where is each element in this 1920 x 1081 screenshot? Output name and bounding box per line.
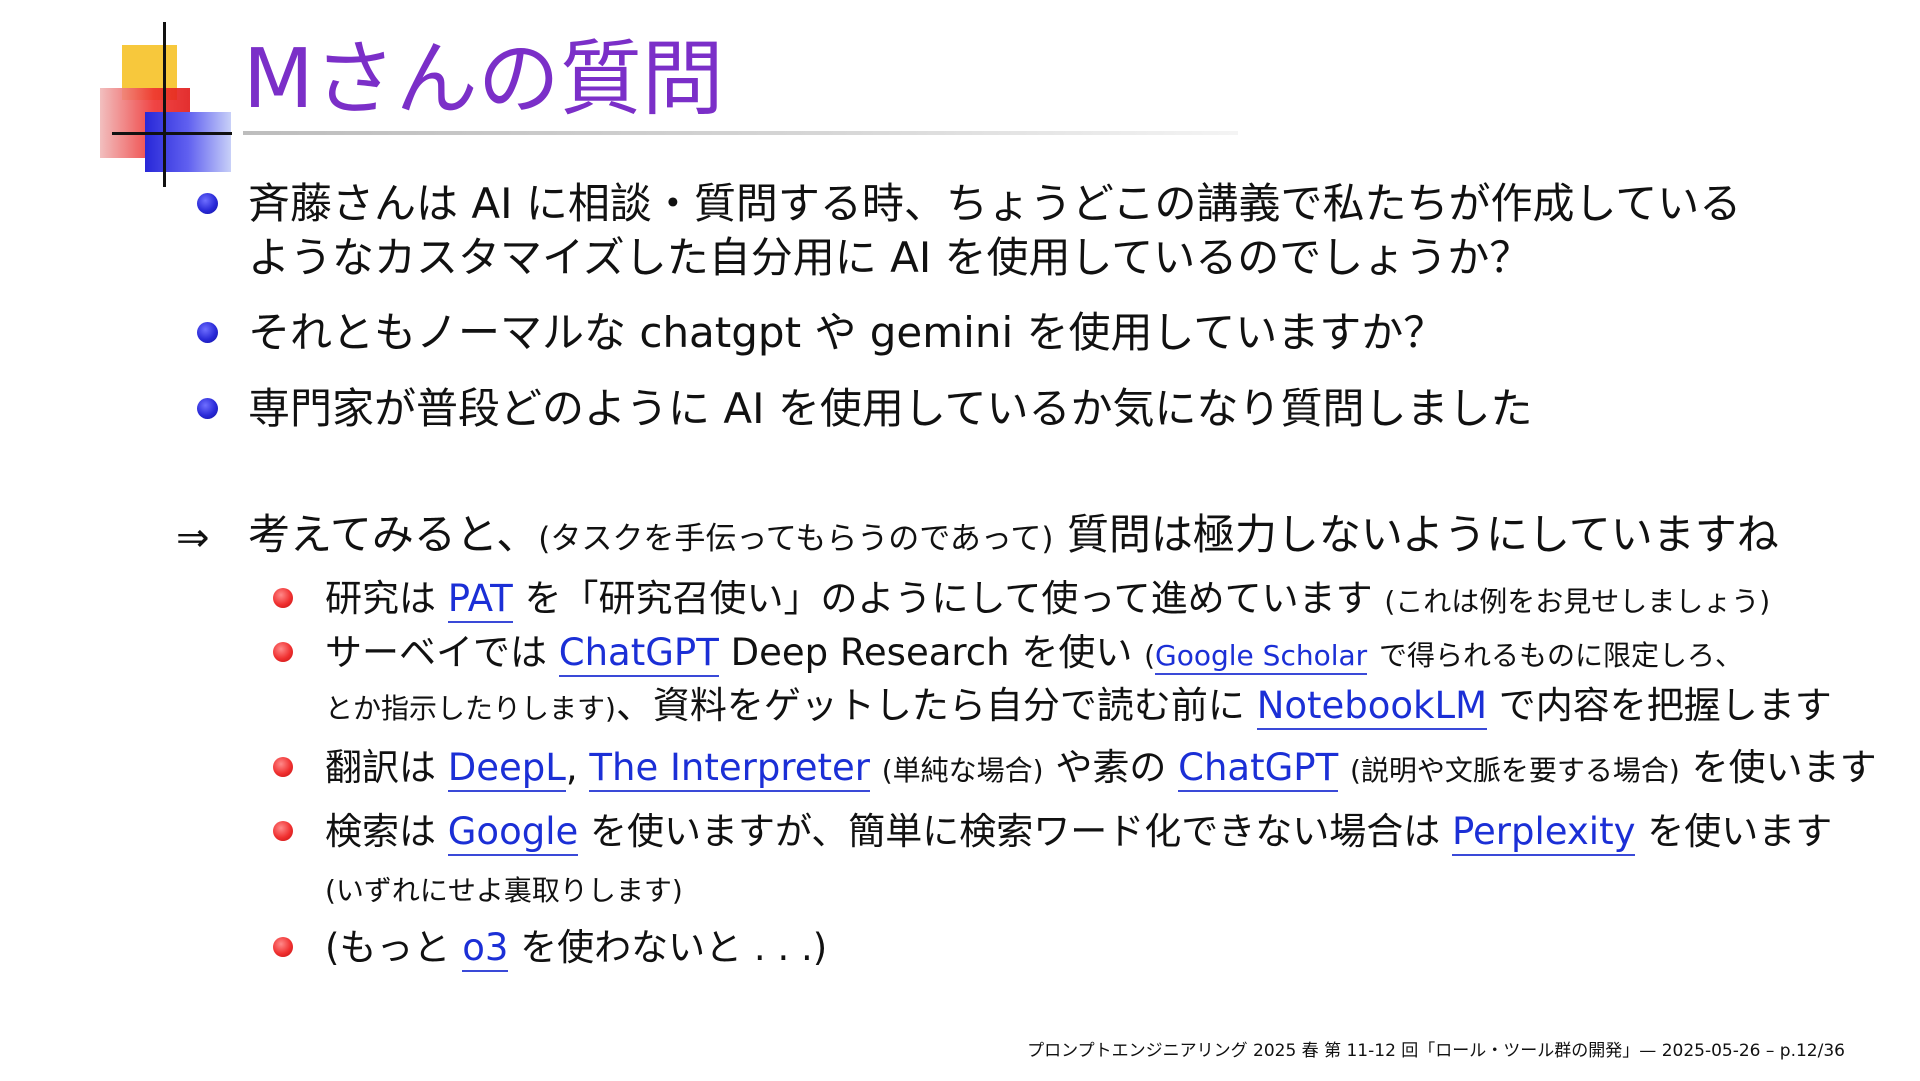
answer-aside: (タスクを手伝ってもらうのであって)	[538, 521, 1054, 557]
translation-comma: ,	[565, 746, 578, 789]
search-text-a: 検索は	[325, 810, 436, 853]
survey-text-e: 、資料をゲットしたら自分で読む前に	[615, 684, 1245, 727]
sub-bullet-marker	[273, 937, 293, 957]
answer-text-a: 考えてみると、	[248, 510, 539, 559]
deepl-link[interactable]: DeepL	[447, 746, 566, 792]
sub-bullet-survey-line-1: サーベイでは ChatGPT Deep Research を使い (Google…	[325, 628, 1743, 681]
sub-bullet-o3: (もっと o3 を使わないと . . .)	[325, 923, 827, 973]
title-underline	[243, 131, 1238, 135]
translation-note-2: (説明や文脈を要する場合)	[1349, 754, 1680, 787]
google-scholar-link[interactable]: Google Scholar	[1155, 639, 1368, 675]
pat-link[interactable]: PAT	[447, 577, 513, 623]
translation-text-a: 翻訳は	[325, 746, 436, 789]
research-text-a: 研究は	[325, 577, 436, 620]
bullet-3-text: 専門家が普段どのように AI を使用しているか気になり質問しました	[248, 384, 1533, 433]
google-link[interactable]: Google	[447, 810, 579, 856]
bullet-marker	[197, 193, 218, 214]
chatgpt-link-2[interactable]: ChatGPT	[1178, 746, 1339, 792]
implies-arrow-icon: ⇒	[176, 515, 210, 561]
bullet-marker	[197, 322, 218, 343]
slide-footer: プロンプトエンジニアリング 2025 春 第 11-12 回「ロール・ツール群の…	[1027, 1041, 1845, 1061]
sub-bullet-marker	[273, 821, 293, 841]
bullet-1-line-1: 斉藤さんは AI に相談・質問する時、ちょうどこの講義で私たちが作成している	[248, 179, 1742, 228]
logo-horizontal-line	[112, 132, 232, 135]
bullet-1-line-2: ようなカスタマイズした自分用に AI を使用しているのでしょうか？	[248, 233, 1532, 282]
o3-text-a: (もっと	[325, 926, 451, 969]
sub-bullet-marker	[273, 757, 293, 777]
bullet-marker	[197, 398, 218, 419]
sub-bullet-survey-line-2: とか指示したりします)、資料をゲットしたら自分で読む前に NotebookLM …	[325, 681, 1832, 734]
o3-link[interactable]: o3	[462, 926, 509, 972]
survey-text-c: で得られるものに限定しろ、	[1378, 639, 1743, 672]
logo-blue-square	[145, 112, 231, 172]
research-text-b: を「研究召使い」のようにして使って進めています	[524, 577, 1373, 620]
logo-vertical-line	[163, 22, 166, 187]
the-interpreter-link[interactable]: The Interpreter	[589, 746, 870, 792]
translation-text-c: を使います	[1691, 746, 1877, 789]
survey-paren-open: (	[1144, 639, 1156, 672]
search-note: (いずれにせよ裏取りします)	[325, 874, 683, 907]
search-text-b: を使いますが、簡単に検索ワード化できない場合は	[590, 810, 1441, 853]
research-note: (これは例をお見せしましょう)	[1384, 585, 1771, 618]
survey-text-a: サーベイでは	[325, 631, 547, 674]
answer-text-b: 質問は極力しないようにしていますね	[1066, 510, 1779, 559]
sub-bullet-marker	[273, 588, 293, 608]
search-text-c: を使います	[1647, 810, 1833, 853]
sub-bullet-marker	[273, 642, 293, 662]
sub-bullet-search-line-2: (いずれにせよ裏取りします)	[325, 863, 683, 916]
slide-title: Mさんの質問	[243, 32, 724, 127]
survey-text-d: とか指示したりします)	[325, 692, 616, 725]
translation-note-1: (単純な場合)	[881, 754, 1044, 787]
survey-text-b: Deep Research を使い	[730, 631, 1133, 674]
o3-text-b: を使わないと . . .)	[520, 926, 828, 969]
survey-text-f: で内容を把握します	[1498, 684, 1832, 727]
sub-bullet-research: 研究は PAT を「研究召使い」のようにして使って進めています (これは例をお見…	[325, 574, 1770, 627]
bullet-2-text: それともノーマルな chatgpt や gemini を使用していますか？	[248, 308, 1446, 357]
translation-text-b: や素の	[1055, 746, 1167, 789]
slide-logo	[100, 20, 240, 190]
sub-bullet-translation: 翻訳は DeepL, The Interpreter (単純な場合) や素の C…	[325, 743, 1877, 796]
notebooklm-link[interactable]: NotebookLM	[1256, 684, 1488, 730]
sub-bullet-search-line-1: 検索は Google を使いますが、簡単に検索ワード化できない場合は Perpl…	[325, 807, 1832, 857]
perplexity-link[interactable]: Perplexity	[1452, 810, 1636, 856]
answer-line: 考えてみると、(タスクを手伝ってもらうのであって) 質問は極力しないようにしてい…	[248, 508, 1779, 566]
chatgpt-link[interactable]: ChatGPT	[558, 631, 719, 677]
